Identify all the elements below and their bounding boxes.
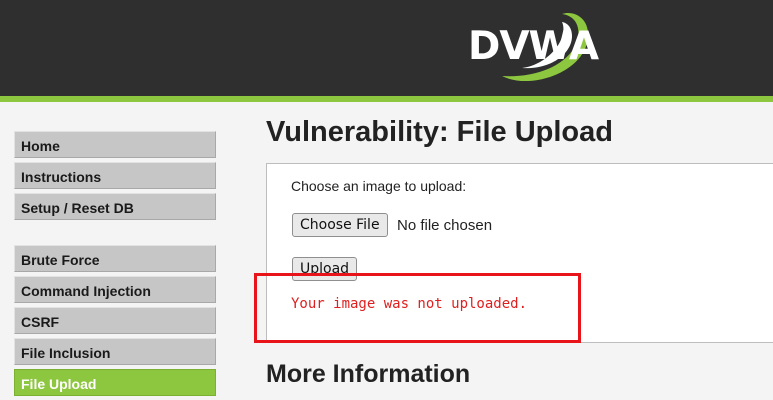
sidebar-item-file-inclusion[interactable]: File Inclusion (14, 338, 216, 365)
sidebar-menu: Home Instructions Setup / Reset DB Brute… (14, 131, 216, 400)
error-highlight-box (254, 273, 581, 343)
page-title: Vulnerability: File Upload (266, 116, 613, 148)
file-status-text: No file chosen (397, 217, 493, 234)
sidebar-item-setup-reset-db[interactable]: Setup / Reset DB (14, 193, 216, 220)
sidebar-item-command-injection[interactable]: Command Injection (14, 276, 216, 303)
sidebar-item-brute-force[interactable]: Brute Force (14, 245, 216, 272)
choose-file-button[interactable]: Choose File (292, 213, 388, 237)
sidebar-item-csrf[interactable]: CSRF (14, 307, 216, 334)
dvwa-logo-text[interactable]: DVWA (468, 24, 599, 69)
site-header (0, 0, 773, 96)
header-accent-stripe (0, 96, 773, 102)
upload-prompt-label: Choose an image to upload: (291, 178, 467, 194)
more-information-heading: More Information (266, 360, 471, 388)
sidebar-item-instructions[interactable]: Instructions (14, 162, 216, 189)
sidebar-item-home[interactable]: Home (14, 131, 216, 158)
